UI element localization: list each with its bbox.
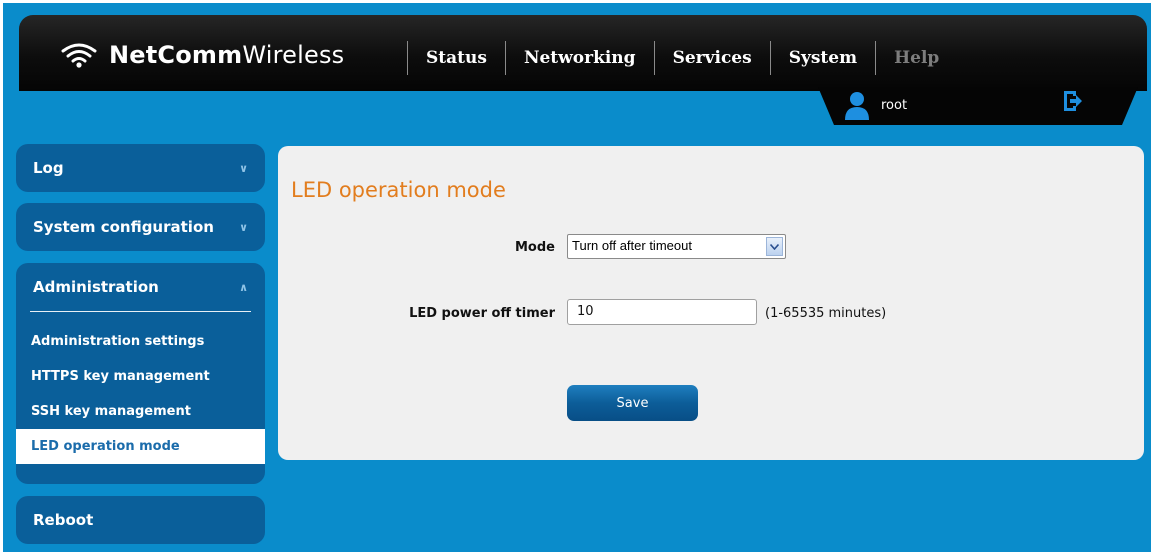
mode-select[interactable]: Turn off after timeout [567, 234, 786, 259]
sidebar-item-reboot[interactable]: Reboot [16, 496, 265, 544]
nav-divider [653, 41, 655, 75]
sidebar-item-https-key-management[interactable]: HTTPS key management [16, 359, 265, 394]
sidebar-section-system-configuration: System configuration ∨ [16, 203, 265, 251]
led-timer-hint: (1-65535 minutes) [765, 306, 887, 321]
content-panel: LED operation mode Mode Turn off after t… [278, 146, 1144, 460]
sidebar-item-led-operation-mode[interactable]: LED operation mode [16, 429, 265, 464]
led-timer-input[interactable]: 10 [567, 299, 757, 325]
nav-status[interactable]: Status [426, 48, 487, 68]
nav-networking[interactable]: Networking [524, 48, 636, 68]
mode-label: Mode [515, 240, 555, 255]
nav-divider [407, 41, 408, 75]
wifi-signal-icon [57, 36, 109, 74]
sidebar-item-label: Reboot [33, 511, 94, 529]
username: root [881, 98, 908, 113]
logo[interactable]: NetCommWireless [57, 35, 344, 75]
brand-bold: NetComm [109, 41, 243, 69]
sidebar-item-label: System configuration [33, 218, 214, 236]
sidebar-item-administration[interactable]: Administration ∧ [16, 263, 265, 311]
user-icon [844, 90, 870, 124]
sidebar-item-administration-settings[interactable]: Administration settings [16, 324, 265, 359]
nav-divider [769, 41, 771, 75]
top-bar: NetCommWireless Status Networking Servic… [19, 15, 1147, 91]
sidebar-divider [30, 311, 251, 312]
nav-divider [504, 41, 506, 75]
save-button[interactable]: Save [567, 385, 698, 421]
user-bar: root [818, 87, 1138, 125]
page-background: NetCommWireless Status Networking Servic… [3, 3, 1151, 552]
chevron-down-icon[interactable] [766, 237, 783, 256]
sidebar-item-ssh-key-management[interactable]: SSH key management [16, 394, 265, 429]
brand-name: NetCommWireless [109, 41, 344, 69]
nav-services[interactable]: Services [673, 48, 752, 68]
brand-light: Wireless [242, 41, 345, 69]
sidebar-section-administration: Administration ∧ Administration settings… [16, 263, 265, 484]
sidebar-section-reboot: Reboot [16, 496, 265, 544]
chevron-up-icon: ∧ [239, 280, 248, 294]
nav-system[interactable]: System [789, 48, 857, 68]
logout-icon[interactable] [1061, 88, 1083, 118]
chevron-down-icon: ∨ [239, 161, 248, 175]
sidebar-item-label: Log [33, 159, 64, 177]
sidebar-section-log: Log ∨ [16, 144, 265, 192]
nav-divider [875, 41, 877, 75]
page-title: LED operation mode [291, 178, 506, 202]
led-timer-label: LED power off timer [409, 306, 555, 321]
sidebar-item-log[interactable]: Log ∨ [16, 144, 265, 192]
sidebar-item-system-configuration[interactable]: System configuration ∨ [16, 203, 265, 251]
chevron-down-icon: ∨ [239, 220, 248, 234]
main-nav: Status Networking Services System Help [407, 41, 939, 75]
nav-help[interactable]: Help [894, 48, 939, 68]
mode-select-value: Turn off after timeout [572, 238, 692, 253]
sidebar-item-label: Administration [33, 278, 159, 296]
